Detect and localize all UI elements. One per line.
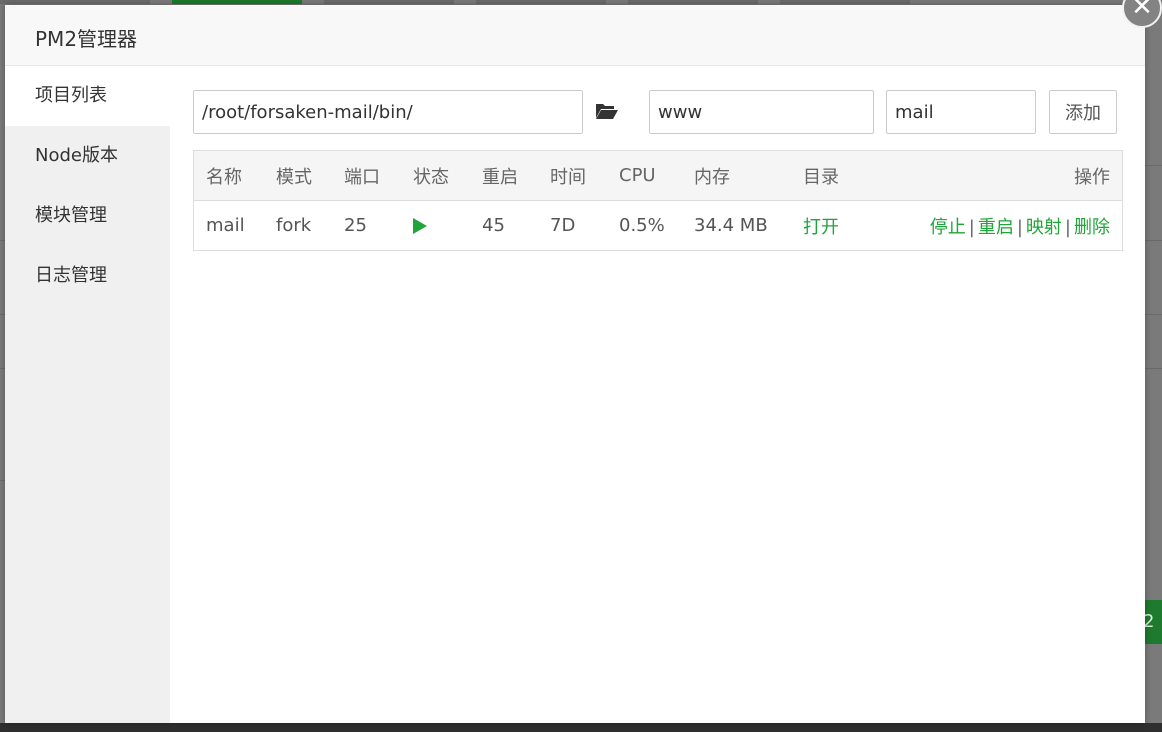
table-row: mail fork 25 45 7D 0.5% 34.4 MB 打开 停止 | 重启… [194,201,1123,251]
background-tab-active [172,0,302,4]
cell-status [401,201,470,251]
background-row-line [1145,240,1162,241]
col-header-time: 时间 [538,150,607,201]
col-header-cpu: CPU [607,150,682,201]
cell-cpu: 0.5% [619,215,665,236]
sidebar-item-log-management[interactable]: 日志管理 [5,246,170,306]
project-path-input[interactable] [193,90,583,134]
map-link[interactable]: 映射 [1026,217,1062,238]
delete-link[interactable]: 删除 [1074,217,1110,238]
cell-memory: 34.4 MB [694,215,768,236]
modal-sidebar: 项目列表 Node版本 模块管理 日志管理 [5,66,170,723]
cell-ops: 停止 | 重启 | 映射 | 删除 [854,201,1123,251]
background-tabs [0,0,1162,4]
background-tab [780,0,910,4]
project-list-content: 添加 名称 模式 端口 状态 重启 时间 CPU 内存 目录 操作 ma [170,66,1145,723]
col-header-port: 端口 [332,150,401,201]
ops-separator: | [1064,216,1071,238]
modal-title: PM2管理器 [35,27,138,51]
background-row-line [1145,314,1162,315]
run-user-input[interactable] [649,90,874,134]
cell-time: 7D [550,215,576,236]
ops-separator: | [1016,216,1023,238]
add-button[interactable]: 添加 [1049,90,1117,134]
background-tab [0,0,150,4]
cell-restart: 45 [482,215,505,236]
folder-open-icon[interactable] [595,101,619,121]
project-name-input[interactable] [886,90,1036,134]
restart-link[interactable]: 重启 [978,217,1014,238]
sidebar-item-node-version[interactable]: Node版本 [5,126,170,186]
table-header-row: 名称 模式 端口 状态 重启 时间 CPU 内存 目录 操作 [193,150,1123,201]
col-header-memory: 内存 [682,150,791,201]
col-header-restart: 重启 [470,150,538,201]
background-bottom-bar [0,723,1162,732]
col-header-dir: 目录 [791,150,854,201]
background-tab [324,0,454,4]
cell-port: 25 [344,215,367,236]
open-dir-link[interactable]: 打开 [803,217,839,238]
cell-name: mail [206,215,245,236]
cell-mode: fork [276,215,312,236]
pm2-manager-modal: PM2管理器 项目列表 Node版本 模块管理 日志管理 添加 名称 模式 端口… [5,5,1145,723]
background-tab [476,0,606,4]
background-row-line [1145,368,1162,369]
col-header-mode: 模式 [264,150,332,201]
stop-link[interactable]: 停止 [930,217,966,238]
sidebar-item-project-list[interactable]: 项目列表 [5,66,170,126]
modal-header: PM2管理器 [5,5,1145,66]
background-tab [628,0,758,4]
col-header-status: 状态 [401,150,470,201]
col-header-name: 名称 [193,150,264,201]
ops-separator: | [968,216,975,238]
sidebar-item-module-management[interactable]: 模块管理 [5,186,170,246]
play-icon[interactable] [413,218,427,234]
background-row-line [1145,165,1162,166]
cell-dir: 打开 [791,201,854,251]
process-table: 名称 模式 端口 状态 重启 时间 CPU 内存 目录 操作 mail fork… [193,150,1123,251]
col-header-ops: 操作 [853,150,1123,201]
